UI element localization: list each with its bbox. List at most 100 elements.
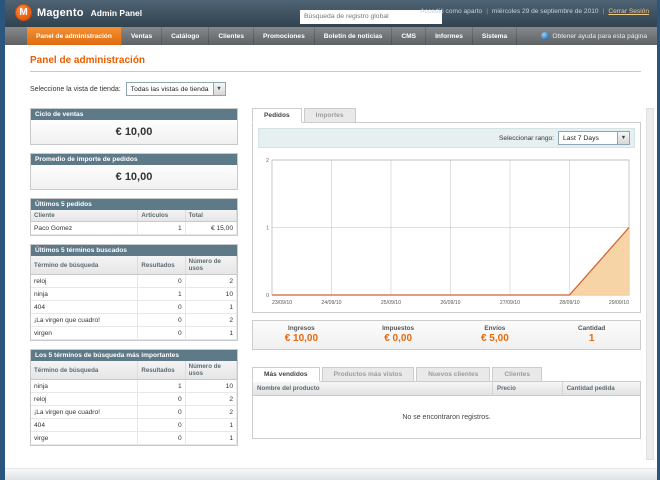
table-cell: 404 — [31, 300, 139, 314]
table-cell: 404 — [31, 418, 139, 432]
main-navbar: Panel de administración Ventas Catálogo … — [5, 27, 657, 45]
table-row: ninja 1 10 — [31, 379, 238, 393]
nav-item-cms[interactable]: CMS — [392, 27, 427, 45]
stat-value: 1 — [588, 333, 595, 344]
top-search-terms-table: Término de búsqueda Resultados Número de u… — [31, 361, 238, 445]
chevron-down-icon: ▼ — [212, 83, 225, 95]
table-cell: reloj — [31, 392, 139, 406]
table-cell: 1 — [185, 300, 238, 314]
lifetime-sales-panel: Ciclo de ventas € 10,00 — [30, 108, 238, 145]
table-row: ninja 1 10 — [31, 287, 238, 301]
chevron-down-icon: ▼ — [617, 132, 629, 144]
table-cell: ¡La virgen que cuadro! — [31, 405, 139, 419]
range-selected: Last 7 Days — [563, 134, 599, 142]
svg-text:25/09/10: 25/09/10 — [381, 300, 401, 306]
column-header: Artículos — [137, 210, 186, 222]
column-header-precio: Precio — [493, 382, 563, 395]
nav-item-clientes[interactable]: Clientes — [209, 27, 254, 45]
logout-link[interactable]: Cerrar Sesión — [608, 8, 649, 15]
table-row: virgen 0 1 — [31, 326, 238, 340]
header-bar: M Magento Admin Panel Accedió como apart… — [5, 0, 657, 27]
nav-item-ventas[interactable]: Ventas — [122, 27, 163, 45]
column-header: Resultados — [137, 361, 186, 380]
help-globe-icon — [541, 32, 550, 40]
chart-toolbar: Seleccionar rango: Last 7 Days ▼ — [258, 128, 635, 148]
dashboard-content: Panel de administración Seleccione la vi… — [5, 45, 657, 468]
help-link[interactable]: Obtener ayuda para esta página — [541, 27, 657, 45]
nav-item-promociones[interactable]: Promociones — [254, 27, 315, 45]
table-cell: Paco Gomez — [31, 221, 139, 235]
table-cell: 1 — [185, 431, 238, 445]
orders-chart-panel: Seleccionar rango: Last 7 Days ▼ 23/09/1… — [252, 122, 641, 313]
table-cell: 0 — [137, 313, 186, 327]
panel-title: Ciclo de ventas — [31, 109, 237, 120]
footer-bar — [5, 468, 657, 480]
nav-item-informes[interactable]: Informes — [426, 27, 473, 45]
table-cell: ¡La virgen que cuadro! — [31, 313, 139, 327]
last-search-terms-table: Término de búsqueda Resultados Número de u… — [31, 256, 238, 340]
range-select[interactable]: Last 7 Days ▼ — [558, 131, 630, 145]
magento-admin-window: M Magento Admin Panel Accedió como apart… — [0, 0, 660, 480]
table-row: reloj 0 2 — [31, 274, 238, 288]
title-divider — [30, 71, 641, 72]
lifetime-sales-value: € 10,00 — [31, 120, 237, 144]
nav-item-sistema[interactable]: Sistema — [473, 27, 518, 45]
panel-title: Promedio de importe de pedidos — [31, 154, 237, 165]
column-header-producto: Nombre del producto — [253, 382, 493, 395]
column-header: Número de usos — [185, 361, 238, 380]
tab-importes[interactable]: Importes — [303, 108, 356, 123]
store-view-select[interactable]: Todas las vistas de tienda ▼ — [125, 82, 226, 96]
table-row: reloj 0 2 — [31, 392, 238, 406]
dashboard-sidebar: Ciclo de ventas € 10,00 Promedio de impo… — [30, 108, 238, 454]
magento-logo: M Magento Admin Panel — [15, 4, 142, 21]
store-view-label: Seleccione la vista de tienda: — [30, 85, 121, 93]
table-cell: 2 — [185, 392, 238, 406]
svg-text:24/09/10: 24/09/10 — [321, 300, 341, 306]
table-row: ¡La virgen que cuadro! 0 2 — [31, 405, 238, 419]
page-title: Panel de administración — [30, 55, 146, 66]
nav-item-boletin-de-noticias[interactable]: Boletín de noticias — [315, 27, 393, 45]
store-view-selected: Todas las vistas de tienda — [130, 85, 209, 93]
nav-item-panel-de-administracion[interactable]: Panel de administración — [27, 27, 122, 45]
table-cell: 0 — [137, 405, 186, 419]
column-header: Término de búsqueda — [31, 256, 139, 275]
tab-productos-mas-vistos[interactable]: Productos más vistos — [321, 367, 415, 382]
tab-mas-vendidos[interactable]: Más vendidos — [252, 367, 320, 382]
table-cell: 0 — [137, 392, 186, 406]
stat-value: € 0,00 — [384, 333, 413, 344]
stat-label: Impuestos — [382, 325, 415, 332]
totals-bar: Ingresos € 10,00 Impuestos € 0,00 Envíos… — [252, 320, 641, 350]
table-cell: 10 — [185, 379, 238, 393]
table-cell: 1 — [137, 379, 186, 393]
last-search-terms-panel: Últimos 5 términos buscados Término de b… — [30, 244, 238, 341]
tab-nuevos-clientes[interactable]: Nuevos clientes — [416, 367, 491, 382]
panel-title: Últimos 5 pedidos — [31, 199, 237, 210]
table-cell: 1 — [185, 326, 238, 340]
logo-title: Magento — [37, 6, 84, 19]
logo-subtitle: Admin Panel — [90, 7, 143, 18]
tab-pedidos[interactable]: Pedidos — [252, 108, 302, 123]
column-header: Término de búsqueda — [31, 361, 139, 380]
column-header: Resultados — [137, 256, 186, 275]
nav-item-catalogo[interactable]: Catálogo — [162, 27, 210, 45]
last-orders-panel: Últimos 5 pedidos Cliente Artículos Total P… — [30, 198, 238, 236]
stat-label: Ingresos — [288, 325, 315, 332]
last-orders-table: Cliente Artículos Total Paco Gomez 1 € 15,00 — [31, 210, 238, 235]
table-cell: ninja — [31, 379, 139, 393]
table-cell: 10 — [185, 287, 238, 301]
tab-clientes[interactable]: Clientes — [492, 367, 543, 382]
dashboard-main: Pedidos Importes Seleccionar rango: Last… — [252, 108, 641, 454]
table-cell: ninja — [31, 287, 139, 301]
store-view-row: Seleccione la vista de tienda: Todas las… — [30, 82, 226, 96]
svg-text:2: 2 — [266, 158, 269, 164]
login-info: Accedió como aparto | miércoles 29 de se… — [420, 8, 649, 15]
scrollbar[interactable] — [646, 108, 654, 460]
column-header: Número de usos — [185, 256, 238, 275]
table-cell: 2 — [185, 274, 238, 288]
table-cell: reloj — [31, 274, 139, 288]
table-cell: 1 — [137, 221, 186, 235]
svg-text:26/09/10: 26/09/10 — [440, 300, 460, 306]
panel-title: Últimos 5 términos buscados — [31, 245, 237, 256]
panel-title: Los 5 términos de búsqueda más important… — [31, 350, 237, 361]
stat-ingresos: Ingresos € 10,00 — [253, 325, 350, 344]
